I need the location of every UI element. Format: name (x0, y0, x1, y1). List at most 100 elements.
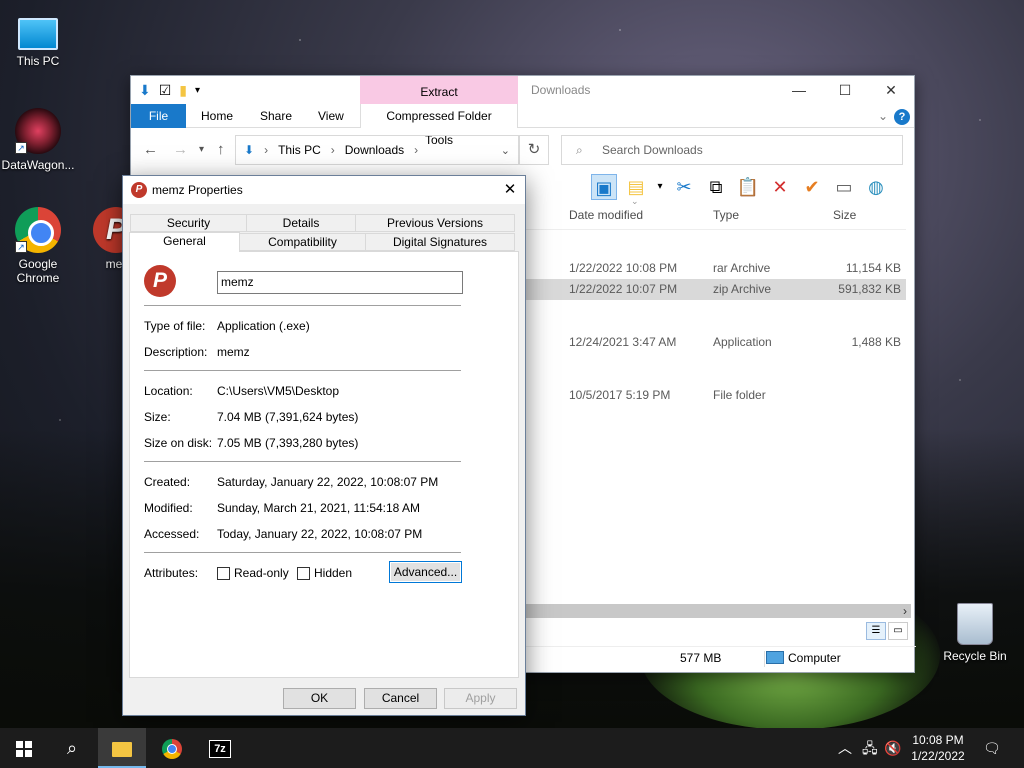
file-name-field[interactable]: memz (217, 271, 463, 294)
column-date-modified[interactable]: Date modified (569, 208, 643, 222)
cut-icon[interactable]: ✂ (671, 174, 697, 200)
description-value: memz (217, 345, 250, 359)
table-row[interactable]: 12/24/2021 3:47 AM Application 1,488 KB (526, 332, 906, 353)
system-clock[interactable]: 10:08 PM 1/22/2022 (902, 732, 974, 764)
close-icon[interactable]: ✕ (495, 176, 525, 204)
chevron-down-icon[interactable]: ▾ (195, 85, 200, 96)
taskbar-7zip[interactable]: 7z (196, 728, 244, 768)
column-header-row: Date modified ⌄ Type Size (526, 196, 906, 230)
explorer-title-bar: ⬇ ☑ ▮ ▾ Extract Downloads — ☐ ✕ (131, 76, 914, 106)
desktop-icon-this-pc[interactable]: This PC (0, 10, 76, 68)
desktop-icon-recycle-bin[interactable]: Recycle Bin (937, 603, 1013, 663)
new-folder-icon[interactable]: ▮ (179, 82, 187, 99)
forward-arrow-icon[interactable]: → (173, 141, 188, 158)
checkbox-box[interactable] (217, 566, 230, 580)
breadcrumb-downloads[interactable]: Downloads (345, 143, 404, 157)
tab-view[interactable]: View (306, 104, 356, 128)
tab-compatibility[interactable]: Compatibility (239, 233, 366, 251)
chrome-icon: ↗ (15, 207, 61, 253)
apply-button[interactable]: Apply (444, 688, 517, 709)
status-bar: 577 MB Computer (516, 646, 916, 668)
desktop-icon-google-chrome[interactable]: ↗ Google Chrome (0, 207, 76, 285)
folder-icon (112, 741, 132, 757)
status-free-space: 577 MB (680, 651, 722, 665)
start-button[interactable] (0, 728, 48, 768)
properties-icon[interactable]: ☑ (159, 82, 172, 99)
size-on-disk-label: Size on disk: (144, 436, 213, 450)
dialog-title: memz Properties (152, 183, 243, 197)
taskbar-file-explorer[interactable] (98, 728, 146, 768)
show-hidden-icons-icon[interactable]: ︿ (838, 728, 852, 768)
row-type: File folder (713, 388, 766, 402)
preview-pane-icon[interactable]: ▣ (591, 174, 617, 200)
breadcrumb-separator-icon: › (264, 143, 269, 157)
globe-icon[interactable]: ◍ (863, 174, 889, 200)
horizontal-scrollbar[interactable] (526, 604, 911, 618)
table-row[interactable]: 10/5/2017 5:19 PM File folder (526, 385, 906, 406)
column-size[interactable]: Size (833, 208, 856, 222)
delete-icon[interactable]: ✕ (767, 174, 793, 200)
ok-button[interactable]: OK (283, 688, 356, 709)
search-input[interactable]: ⌕ Search Downloads (561, 135, 903, 165)
large-icons-view-icon[interactable]: ▭ (888, 622, 908, 640)
hidden-checkbox[interactable]: Hidden (297, 566, 352, 580)
paste-icon[interactable]: 📋 (735, 174, 761, 200)
chevron-down-icon[interactable]: ▾ (655, 174, 665, 200)
shortcut-arrow-icon: ↗ (15, 142, 27, 154)
desktop-icon-label: This PC (16, 54, 60, 68)
minimize-button[interactable]: — (776, 76, 822, 104)
advanced-button[interactable]: Advanced... (389, 561, 462, 583)
accessed-label: Accessed: (144, 527, 200, 541)
tab-digital-signatures[interactable]: Digital Signatures (365, 233, 515, 251)
back-arrow-icon[interactable]: ← (143, 141, 158, 158)
clock-time: 10:08 PM (912, 733, 964, 747)
psiphon-app-icon: P (144, 265, 176, 297)
tab-security[interactable]: Security (130, 214, 247, 232)
address-bar[interactable]: ⬇ › This PC › Downloads › ⌄ (235, 135, 519, 165)
checkmark-icon[interactable]: ✔ (799, 174, 825, 200)
download-arrow-icon[interactable]: ⬇ (139, 82, 151, 99)
tab-compressed-folder-tools[interactable]: Compressed Folder Tools (360, 104, 518, 147)
row-type: rar Archive (713, 261, 771, 275)
ribbon-collapse-icon[interactable]: ⌄ (878, 109, 888, 123)
tab-file[interactable]: File (131, 104, 186, 128)
action-center-icon[interactable]: 🗨 (983, 728, 1001, 768)
readonly-checkbox[interactable]: Read-only (217, 566, 289, 580)
scroll-right-icon[interactable]: › (903, 604, 907, 618)
tab-share[interactable]: Share (248, 104, 304, 128)
copy-icon[interactable]: ⧉ (703, 174, 729, 200)
refresh-button[interactable]: ↻ (519, 135, 549, 165)
tab-details[interactable]: Details (246, 214, 356, 232)
ribbon-tabs: File Home Share View Compressed Folder T… (131, 104, 914, 147)
created-label: Created: (144, 475, 191, 489)
tab-home[interactable]: Home (189, 104, 245, 128)
tab-previous-versions[interactable]: Previous Versions (355, 214, 515, 232)
recent-chevron-icon[interactable]: ▾ (199, 144, 204, 155)
volume-muted-icon[interactable]: 🔇 (884, 728, 901, 768)
row-date: 1/22/2022 10:08 PM (569, 261, 678, 275)
checkbox-box[interactable] (297, 566, 310, 580)
details-view-icon[interactable]: ☰ (866, 622, 886, 640)
desktop-icon-datawagon[interactable]: ↗ DataWagon... (0, 108, 76, 172)
table-row[interactable]: 1/22/2022 10:07 PM zip Archive 591,832 K… (526, 279, 906, 300)
downloads-icon: ⬇ (244, 143, 255, 157)
divider (144, 552, 461, 553)
file-list: 1/22/2022 10:08 PM rar Archive 11,154 KB… (526, 258, 906, 406)
address-row: ← → ▾ ↑ ⬇ › This PC › Downloads › ⌄ ↻ ⌕ … (131, 128, 914, 172)
column-type[interactable]: Type (713, 208, 739, 222)
tab-general[interactable]: General (129, 232, 240, 252)
context-tab-extract[interactable]: Extract (360, 76, 518, 106)
address-dropdown-icon[interactable]: ⌄ (501, 144, 510, 157)
maximize-button[interactable]: ☐ (822, 76, 868, 104)
taskbar-chrome[interactable] (148, 728, 196, 768)
breadcrumb-this-pc[interactable]: This PC (278, 143, 321, 157)
row-type: Application (713, 335, 772, 349)
cancel-button[interactable]: Cancel (364, 688, 437, 709)
close-button[interactable]: ✕ (868, 76, 914, 104)
search-button[interactable]: ⌕ (48, 728, 96, 768)
up-arrow-icon[interactable]: ↑ (217, 141, 225, 158)
network-icon[interactable]: 🖧 (862, 728, 878, 768)
help-icon[interactable]: ? (894, 109, 910, 125)
rename-icon[interactable]: ▭ (831, 174, 857, 200)
table-row[interactable]: 1/22/2022 10:08 PM rar Archive 11,154 KB (526, 258, 906, 279)
